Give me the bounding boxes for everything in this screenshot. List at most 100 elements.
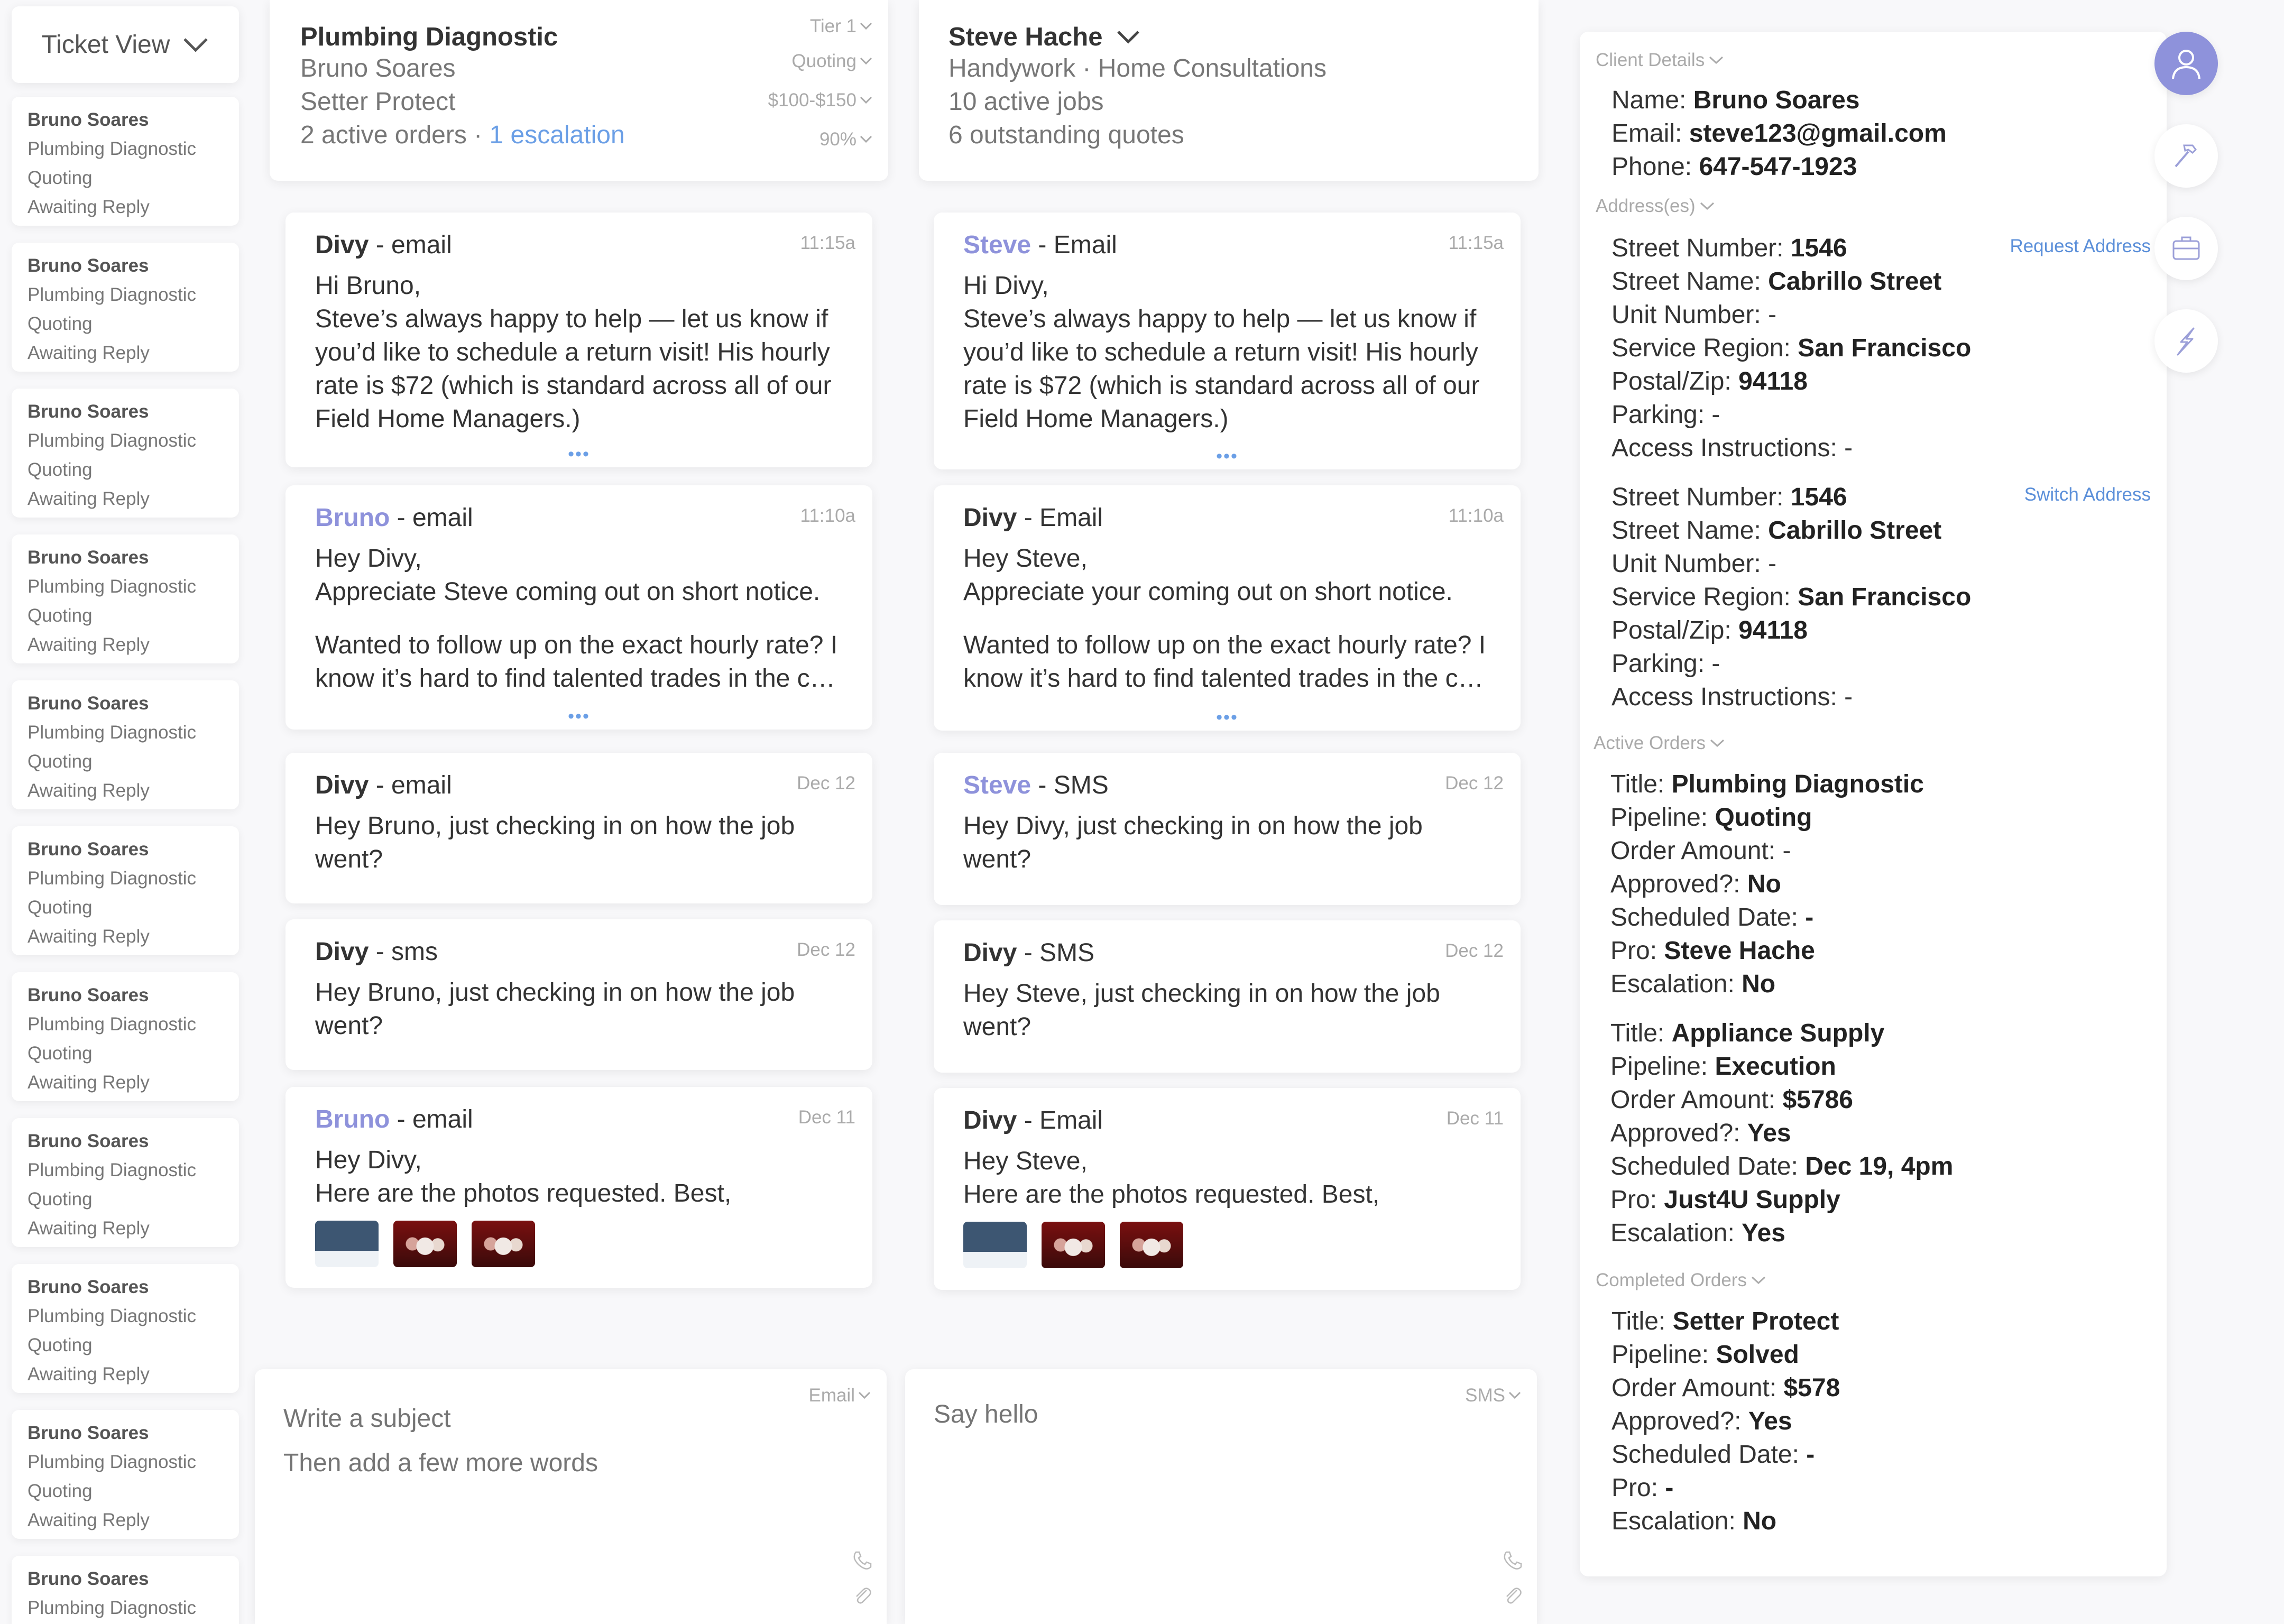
field-value: - — [1711, 650, 1720, 678]
attachment-thumbnail[interactable] — [472, 1221, 535, 1267]
message-time: Dec 12 — [1445, 773, 1504, 793]
message-sender: Divy — [963, 1106, 1017, 1134]
pro-name-dropdown[interactable]: Steve Hache — [948, 22, 1327, 52]
pro-sms-composer: SMS — [905, 1369, 1537, 1624]
paperclip-icon[interactable] — [852, 1585, 873, 1606]
message-card[interactable]: Bruno - email Dec 11 Hey Divy, Here are … — [286, 1087, 872, 1288]
field-value: Execution — [1715, 1053, 1836, 1081]
ticket-card[interactable]: Bruno Soares Plumbing Diagnostic Quoting… — [12, 534, 239, 663]
jobs-button[interactable] — [2154, 217, 2218, 280]
ticket-card[interactable]: Bruno Soares Plumbing Diagnostic Quoting… — [12, 1410, 239, 1539]
tier-dropdown[interactable]: Tier 1 — [810, 16, 872, 37]
ticket-status: Awaiting Reply — [27, 488, 150, 509]
chevron-down-icon — [1710, 739, 1725, 748]
tools-button[interactable] — [2154, 124, 2218, 188]
client-details-header[interactable]: Client Details — [1596, 50, 1724, 71]
message-card[interactable]: Divy - sms Dec 12 Hey Bruno, just checki… — [286, 919, 872, 1070]
chevron-down-icon — [1709, 56, 1724, 64]
ticket-card[interactable]: Bruno Soares Plumbing Diagnostic — [12, 1556, 239, 1624]
ticket-card[interactable]: Bruno Soares Plumbing Diagnostic Quoting… — [12, 1264, 239, 1393]
message-greeting: Hi Divy, — [963, 272, 1049, 300]
message-card[interactable]: Divy - Email Dec 11 Hey Steve, Here are … — [934, 1088, 1521, 1290]
message-body-continued: Wanted to follow up on the exact hourly … — [963, 631, 1486, 693]
message-channel: - SMS — [1031, 771, 1109, 799]
field-label: Postal/Zip: — [1611, 367, 1739, 395]
phone-icon[interactable] — [852, 1550, 873, 1571]
field-value[interactable]: steve123@gmail.com — [1689, 119, 1947, 147]
attachment-thumbnail[interactable] — [315, 1221, 379, 1267]
message-body-input[interactable] — [283, 1448, 812, 1575]
ticket-card[interactable]: Bruno Soares Plumbing Diagnostic Quoting… — [12, 243, 239, 372]
message-card[interactable]: Steve - SMS Dec 12 Hey Divy, just checki… — [934, 753, 1521, 905]
attachment-list — [315, 1221, 843, 1267]
message-card[interactable]: Divy - email 11:15a Hi Bruno, Steve’s al… — [286, 213, 872, 467]
subject-input[interactable] — [283, 1400, 759, 1437]
channel-dropdown[interactable]: Email — [808, 1385, 871, 1406]
ticket-client-name: Bruno Soares — [27, 1131, 149, 1151]
pipeline-dropdown[interactable]: Quoting — [791, 51, 872, 72]
ticket-card[interactable]: Bruno Soares Plumbing Diagnostic Quoting… — [12, 1118, 239, 1247]
message-body: Hey Steve, just checking in on how the j… — [963, 980, 1440, 1041]
message-body: Appreciate Steve coming out on short not… — [315, 578, 821, 606]
field-value: $578 — [1783, 1374, 1840, 1402]
ticket-client-name: Bruno Soares — [27, 985, 149, 1005]
ticket-status: Awaiting Reply — [27, 1218, 150, 1239]
message-card[interactable]: Steve - Email 11:15a Hi Divy, Steve’s al… — [934, 213, 1521, 469]
switch-address-link[interactable]: Switch Address — [2024, 484, 2151, 505]
address-row: Service Region: San Francisco — [1611, 334, 1971, 363]
expand-message-button[interactable]: ••• — [568, 707, 590, 725]
profile-button[interactable] — [2154, 32, 2218, 95]
active-orders-header[interactable]: Active Orders — [1594, 733, 1725, 754]
field-value: Cabrillo Street — [1768, 267, 1942, 296]
attachment-thumbnail[interactable] — [1120, 1222, 1183, 1268]
pipeline-label: Quoting — [791, 51, 856, 71]
order-row: Pro: Steve Hache — [1610, 936, 1815, 965]
addresses-header[interactable]: Address(es) — [1596, 196, 1715, 217]
ticket-card[interactable]: Bruno Soares Plumbing Diagnostic Quoting… — [12, 97, 239, 226]
probability-dropdown[interactable]: 90% — [819, 129, 872, 150]
ticket-stage: Quoting — [27, 751, 93, 772]
phone-icon[interactable] — [1502, 1550, 1523, 1571]
field-label: Escalation: — [1610, 970, 1742, 998]
attachment-thumbnail[interactable] — [963, 1222, 1027, 1268]
message-body-continued: Wanted to follow up on the exact hourly … — [315, 631, 838, 693]
message-card[interactable]: Bruno - email 11:10a Hey Divy, Appreciat… — [286, 485, 872, 730]
field-value: Yes — [1748, 1407, 1792, 1435]
expand-message-button[interactable]: ••• — [568, 445, 590, 463]
attachment-list — [963, 1222, 1491, 1268]
ticket-view-dropdown[interactable]: Ticket View — [12, 6, 239, 83]
client-company: Setter Protect — [300, 88, 456, 116]
message-card[interactable]: Divy - SMS Dec 12 Hey Steve, just checki… — [934, 920, 1521, 1073]
message-card[interactable]: Divy - Email 11:10a Hey Steve, Appreciat… — [934, 485, 1521, 731]
field-value: San Francisco — [1798, 334, 1972, 362]
completed-orders-header[interactable]: Completed Orders — [1596, 1270, 1766, 1291]
field-label: Order Amount: — [1610, 1086, 1783, 1114]
ticket-card[interactable]: Bruno Soares Plumbing Diagnostic Quoting… — [12, 826, 239, 955]
expand-message-button[interactable]: ••• — [1216, 708, 1238, 726]
ticket-card[interactable]: Bruno Soares Plumbing Diagnostic Quoting… — [12, 389, 239, 518]
ticket-client-name: Bruno Soares — [27, 1568, 149, 1589]
expand-message-button[interactable]: ••• — [1216, 447, 1238, 465]
request-address-link[interactable]: Request Address — [2010, 236, 2151, 257]
escalation-link[interactable]: 1 escalation — [489, 121, 624, 149]
sms-body-input[interactable] — [934, 1400, 1462, 1574]
client-name[interactable]: Bruno Soares — [300, 52, 625, 85]
budget-dropdown[interactable]: $100-$150 — [768, 90, 872, 111]
field-label: Unit Number: — [1611, 550, 1769, 578]
ticket-card[interactable]: Bruno Soares Plumbing Diagnostic Quoting… — [12, 972, 239, 1101]
message-body: Here are the photos requested. Best, — [315, 1179, 732, 1207]
ticket-stage: Quoting — [27, 1481, 93, 1501]
message-card[interactable]: Divy - email Dec 12 Hey Bruno, just chec… — [286, 753, 872, 903]
attachment-thumbnail[interactable] — [1042, 1222, 1105, 1268]
field-value[interactable]: 647-547-1923 — [1699, 153, 1857, 181]
attachment-thumbnail[interactable] — [393, 1221, 457, 1267]
field-value: Cabrillo Street — [1768, 516, 1942, 545]
chevron-down-icon — [858, 1391, 871, 1400]
channel-dropdown[interactable]: SMS — [1465, 1385, 1521, 1406]
address-row: Postal/Zip: 94118 — [1611, 367, 1808, 396]
ticket-view-label: Ticket View — [41, 31, 170, 59]
address-row: Street Number: 1546 — [1611, 483, 1847, 512]
paperclip-icon[interactable] — [1502, 1585, 1523, 1606]
quick-actions-button[interactable] — [2154, 309, 2218, 373]
ticket-card[interactable]: Bruno Soares Plumbing Diagnostic Quoting… — [12, 680, 239, 809]
